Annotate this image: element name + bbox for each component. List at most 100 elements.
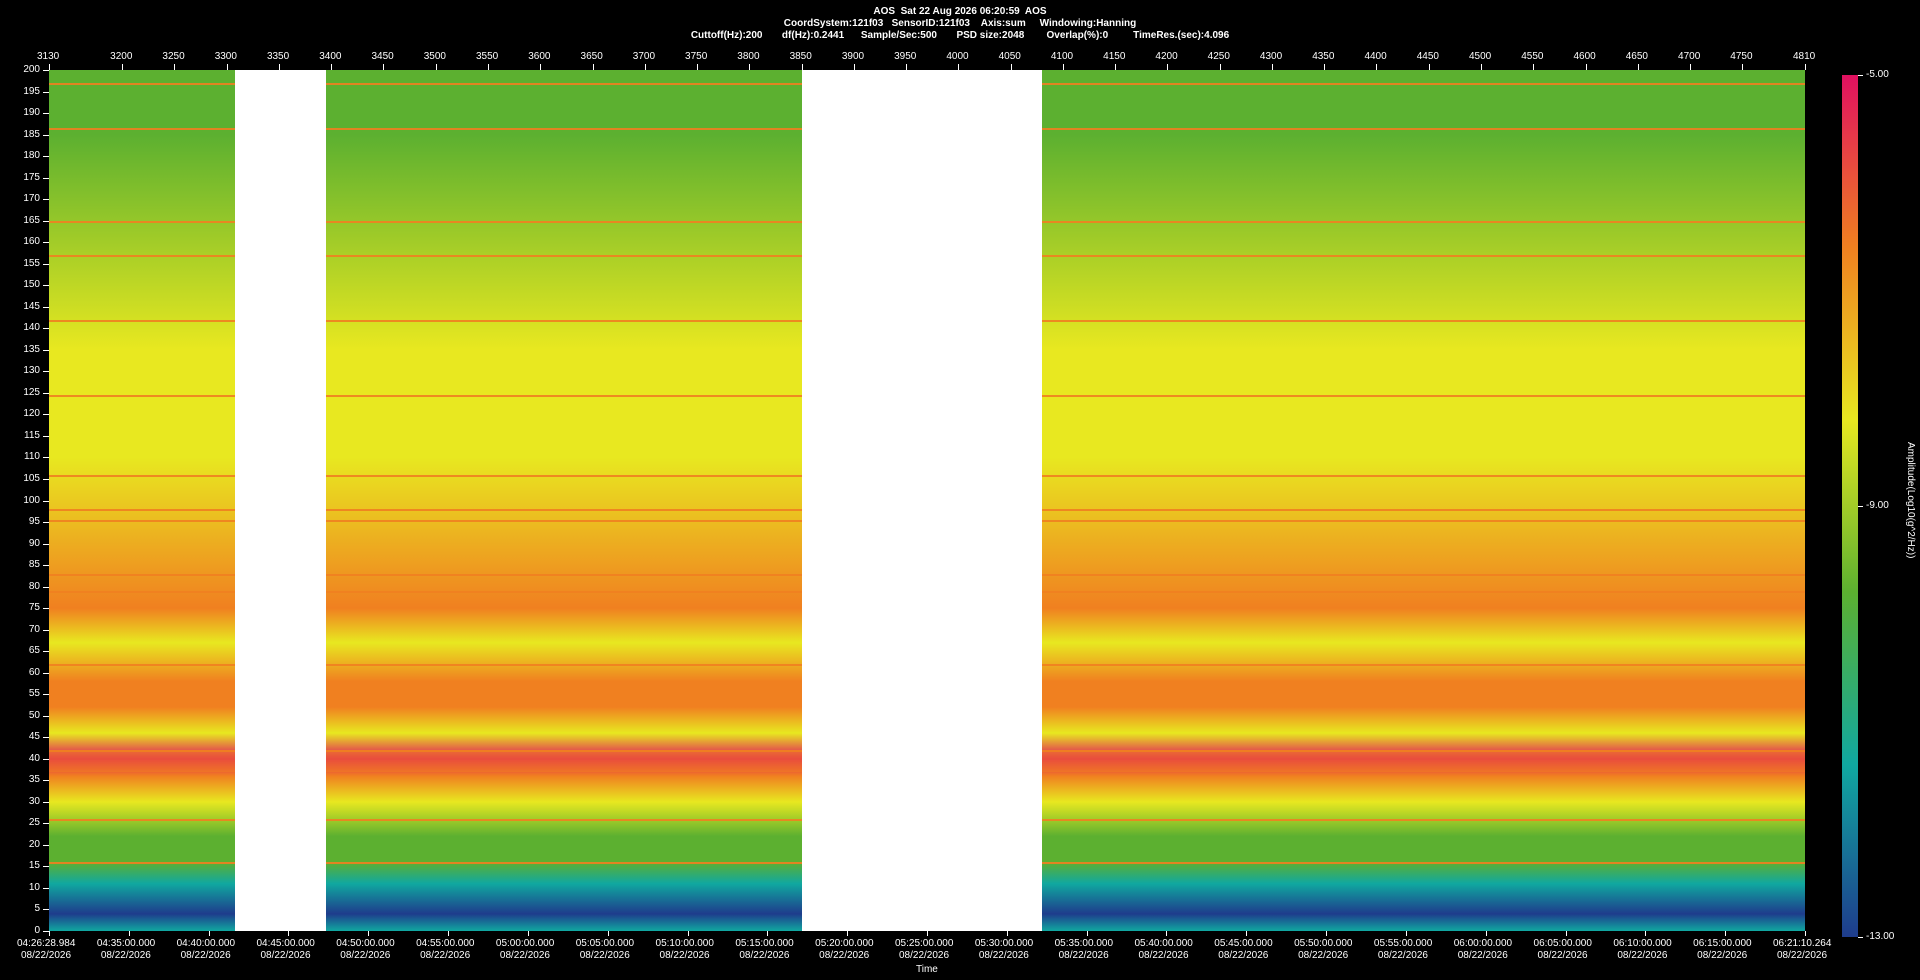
top-axis-tick-label: 4650 bbox=[1625, 51, 1648, 62]
y-axis-tick bbox=[43, 177, 49, 179]
x-axis-tick-date: 08/22/2026 bbox=[1377, 950, 1428, 961]
x-axis-tick-date: 08/22/2026 bbox=[1457, 950, 1508, 961]
top-axis-tick bbox=[435, 64, 437, 70]
y-axis-tick-label: 100 bbox=[23, 494, 40, 506]
y-axis-tick bbox=[43, 651, 49, 653]
x-axis-tick-date: 08/22/2026 bbox=[1617, 950, 1668, 961]
x-axis-tick-date: 08/22/2026 bbox=[1697, 950, 1748, 961]
y-axis-tick bbox=[43, 371, 49, 373]
y-axis-tick-label: 45 bbox=[28, 731, 40, 743]
x-axis-tick-time: 04:40:00.000 bbox=[176, 938, 236, 949]
top-axis-tick bbox=[1167, 64, 1169, 70]
x-axis-tick-time: 05:10:00.000 bbox=[655, 938, 714, 949]
x-axis-tick-date: 08/22/2026 bbox=[579, 950, 630, 961]
y-axis-tick-label: 40 bbox=[28, 752, 40, 764]
y-axis-tick-label: 195 bbox=[23, 85, 40, 97]
x-axis-tick-date: 08/22/2026 bbox=[978, 950, 1029, 961]
y-axis-tick-label: 10 bbox=[28, 881, 40, 893]
y-axis-tick-label: 165 bbox=[23, 214, 40, 226]
y-axis-tick bbox=[43, 715, 49, 717]
top-axis-tick bbox=[1805, 64, 1806, 70]
x-axis-tick bbox=[1725, 931, 1727, 936]
top-axis-tick-label: 4550 bbox=[1521, 51, 1544, 62]
y-axis-tick-label: 30 bbox=[28, 795, 40, 807]
x-axis-tick-time: 04:35:00.000 bbox=[96, 938, 156, 949]
y-axis-tick-label: 190 bbox=[23, 107, 40, 119]
y-axis-tick bbox=[43, 70, 49, 71]
data-gap bbox=[235, 70, 326, 931]
x-axis-tick-date: 08/22/2026 bbox=[180, 950, 231, 961]
x-axis-tick bbox=[1805, 931, 1806, 936]
y-axis-tick-label: 95 bbox=[28, 516, 40, 528]
top-axis-tick-label: 3550 bbox=[476, 51, 499, 62]
y-axis-tick bbox=[43, 672, 49, 674]
top-axis-tick-label: 3350 bbox=[266, 51, 290, 62]
y-axis-tick-label: 200 bbox=[23, 64, 40, 75]
x-axis-tick bbox=[1086, 931, 1088, 936]
y-axis-tick-label: 5 bbox=[34, 903, 40, 915]
top-axis-tick bbox=[226, 64, 228, 70]
x-axis-tick-time: 05:00:00.000 bbox=[495, 938, 555, 949]
y-axis-tick bbox=[43, 500, 49, 502]
top-axis-tick bbox=[1585, 64, 1587, 70]
y-axis-tick-label: 170 bbox=[23, 193, 40, 205]
top-axis-tick-label: 3450 bbox=[371, 51, 394, 62]
x-axis-tick-time: 05:55:00.000 bbox=[1373, 938, 1433, 949]
chart-params-line1: CoordSystem:121f03 SensorID:121f03 Axis:… bbox=[783, 18, 1137, 29]
y-axis-tick-label: 60 bbox=[28, 666, 40, 678]
x-axis-tick-time: 05:25:00.000 bbox=[895, 938, 954, 949]
x-axis-tick-time: 05:20:00.000 bbox=[815, 938, 874, 949]
x-axis-tick-date: 08/22/2026 bbox=[260, 950, 311, 961]
y-axis-tick bbox=[43, 586, 49, 588]
top-axis-tick bbox=[644, 64, 646, 70]
x-axis-tick-time: 06:10:00.000 bbox=[1613, 938, 1672, 949]
top-axis-tick bbox=[1742, 64, 1744, 70]
x-axis-tick bbox=[1645, 931, 1647, 936]
top-axis-tick-label: 4050 bbox=[998, 51, 1021, 62]
top-axis-tick bbox=[592, 64, 594, 70]
y-axis-tick bbox=[43, 414, 49, 416]
chart-title: AOS Sat 22 Aug 2026 06:20:59 AOS bbox=[873, 6, 1047, 17]
y-axis-tick bbox=[43, 543, 49, 545]
y-axis-tick-label: 55 bbox=[28, 688, 40, 700]
top-axis-tick bbox=[331, 64, 333, 70]
top-axis-tick-label: 3700 bbox=[632, 51, 656, 62]
y-axis-tick bbox=[43, 199, 49, 201]
y-axis-tick-label: 120 bbox=[23, 408, 40, 420]
top-axis-tick-label: 4500 bbox=[1468, 51, 1492, 62]
x-axis-tick bbox=[1166, 931, 1168, 936]
y-axis-tick-label: 75 bbox=[28, 602, 40, 614]
y-axis-tick bbox=[43, 478, 49, 480]
y-axis-tick-label: 135 bbox=[23, 343, 40, 355]
top-axis-tick bbox=[49, 64, 50, 70]
top-axis-tick-label: 4300 bbox=[1259, 51, 1283, 62]
y-axis-tick bbox=[43, 457, 49, 459]
y-axis-tick bbox=[43, 306, 49, 308]
top-axis-tick-label: 3400 bbox=[319, 51, 342, 62]
top-axis-tick-label: 4150 bbox=[1103, 51, 1126, 62]
top-axis-tick-label: 4250 bbox=[1207, 51, 1230, 62]
top-axis-tick-label: 4400 bbox=[1364, 51, 1387, 62]
top-axis-tick-label: 3300 bbox=[214, 51, 237, 62]
x-axis-tick bbox=[607, 931, 609, 936]
data-gap bbox=[801, 70, 1042, 931]
y-axis-tick-label: 25 bbox=[28, 817, 40, 829]
top-axis-tick bbox=[383, 64, 385, 70]
y-axis-tick-label: 20 bbox=[28, 838, 40, 850]
x-axis-tick-date: 08/22/2026 bbox=[899, 950, 950, 961]
y-axis-tick-label: 130 bbox=[23, 365, 40, 377]
top-axis-tick bbox=[540, 64, 542, 70]
y-axis-tick bbox=[43, 629, 49, 631]
x-axis-tick bbox=[1485, 931, 1487, 936]
y-axis-tick-label: 155 bbox=[23, 257, 40, 269]
chart-params-line2: Cuttoff(Hz):200 df(Hz):0.2441 Sample/Sec… bbox=[690, 30, 1230, 41]
y-axis-tick-label: 125 bbox=[23, 386, 40, 398]
top-axis-tick-label: 4100 bbox=[1050, 51, 1074, 62]
x-axis-tick bbox=[1326, 931, 1328, 936]
x-axis-tick-time: 05:45:00.000 bbox=[1214, 938, 1273, 949]
y-axis-tick bbox=[43, 328, 49, 330]
top-axis-tick bbox=[122, 64, 124, 70]
x-axis-tick-date: 08/22/2026 bbox=[340, 950, 391, 961]
x-axis-tick-time: 05:15:00.000 bbox=[735, 938, 794, 949]
y-axis-tick-label: 185 bbox=[23, 128, 40, 140]
